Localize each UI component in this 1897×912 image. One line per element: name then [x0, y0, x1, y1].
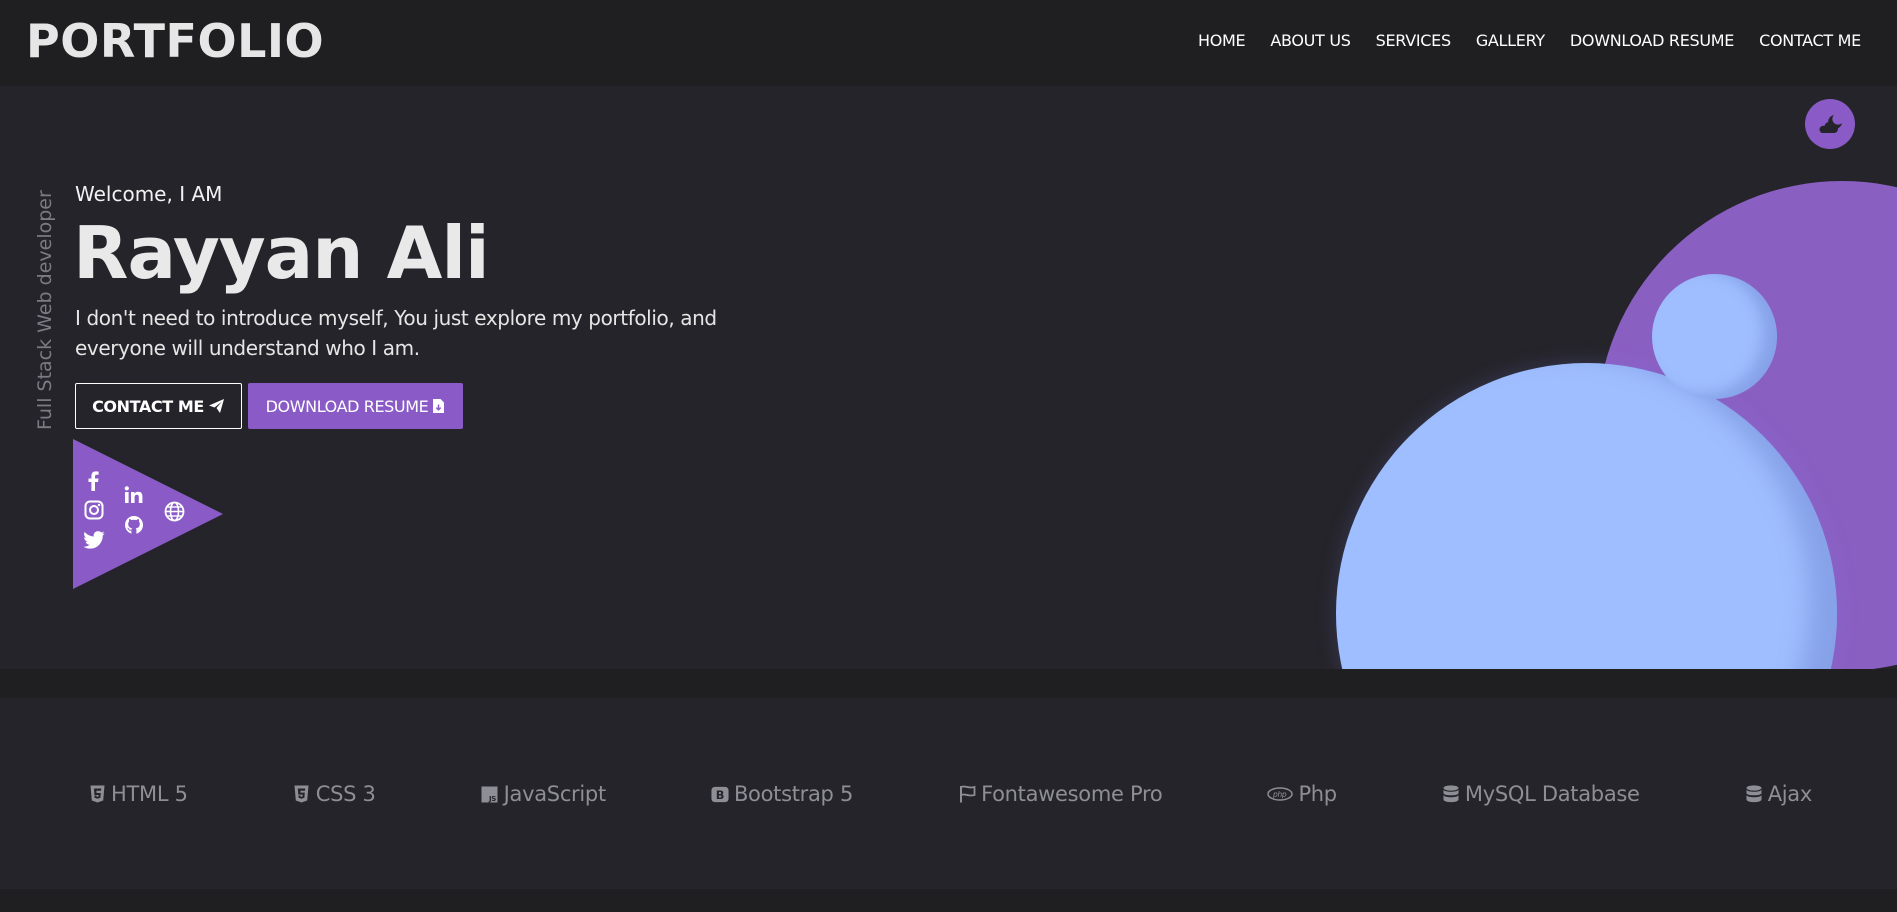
skill-bootstrap: B Bootstrap 5 — [711, 782, 853, 806]
skill-css3: CSS 3 — [293, 782, 376, 806]
skill-label: JavaScript — [503, 782, 607, 806]
theme-toggle-button[interactable] — [1805, 99, 1855, 149]
html5-icon — [88, 784, 106, 804]
css3-icon — [293, 784, 311, 804]
linkedin-icon — [124, 486, 143, 503]
social-links-triangle — [73, 439, 223, 589]
skill-label: Php — [1298, 782, 1337, 806]
globe-icon — [164, 501, 184, 521]
hero-buttons: CONTACT ME DOWNLOAD RESUME — [75, 383, 463, 429]
skill-php: php Php — [1267, 782, 1337, 806]
skill-javascript: JS JavaScript — [481, 782, 606, 806]
svg-text:B: B — [716, 787, 724, 801]
vertical-role-label: Full Stack Web developer — [34, 190, 56, 430]
skill-html5: HTML 5 — [88, 782, 188, 806]
bootstrap-icon: B — [711, 784, 729, 804]
download-resume-label: DOWNLOAD RESUME — [265, 396, 429, 416]
skill-label: CSS 3 — [315, 782, 376, 806]
instagram-link[interactable] — [82, 498, 106, 522]
skill-mysql: MySQL Database — [1442, 782, 1640, 806]
skill-ajax: Ajax — [1745, 782, 1812, 806]
download-resume-button[interactable]: DOWNLOAD RESUME — [248, 383, 463, 429]
file-download-icon — [433, 399, 445, 413]
skill-label: HTML 5 — [111, 782, 188, 806]
skill-label: Fontawesome Pro — [981, 782, 1163, 806]
svg-text:php: php — [1272, 790, 1287, 799]
facebook-icon — [88, 471, 99, 491]
skill-label: Bootstrap 5 — [733, 782, 854, 806]
twitter-link[interactable] — [82, 528, 106, 552]
php-icon: php — [1267, 784, 1294, 804]
nav-links: HOME ABOUT US SERVICES GALLERY DOWNLOAD … — [1198, 31, 1861, 50]
section-divider — [0, 669, 1897, 698]
nav-link-services[interactable]: SERVICES — [1376, 31, 1452, 50]
database-icon — [1442, 784, 1460, 804]
hero-intro: I don't need to introduce myself, You ju… — [75, 306, 717, 360]
nav-link-home[interactable]: HOME — [1198, 31, 1246, 50]
navbar: PORTFOLIO HOME ABOUT US SERVICES GALLERY… — [0, 0, 1897, 86]
twitter-icon — [83, 531, 105, 549]
svg-text:JS: JS — [488, 795, 496, 803]
contact-me-button[interactable]: CONTACT ME — [75, 383, 242, 429]
hero-name: Rayyan Ali — [73, 211, 490, 295]
paper-plane-icon — [208, 399, 224, 413]
facebook-link[interactable] — [81, 469, 105, 493]
brand-logo[interactable]: PORTFOLIO — [26, 14, 324, 68]
nav-link-about-us[interactable]: ABOUT US — [1270, 31, 1351, 50]
skill-label: MySQL Database — [1464, 782, 1640, 806]
hero-section: Full Stack Web developer Welcome, I AM R… — [0, 86, 1897, 669]
website-link[interactable] — [162, 499, 186, 523]
js-icon: JS — [481, 784, 499, 804]
skill-label: Ajax — [1767, 782, 1813, 806]
page-bottom-band — [0, 889, 1897, 912]
linkedin-link[interactable] — [122, 483, 146, 507]
github-icon — [125, 516, 143, 534]
nav-link-download-resume[interactable]: DOWNLOAD RESUME — [1570, 31, 1735, 50]
cloud-moon-icon — [1819, 115, 1842, 133]
skill-fontawesome: Fontawesome Pro — [958, 782, 1163, 806]
nav-link-contact-me[interactable]: CONTACT ME — [1759, 31, 1861, 50]
contact-me-label: CONTACT ME — [92, 396, 204, 416]
database-icon — [1745, 784, 1763, 804]
decorative-blue-circle-small — [1652, 274, 1777, 399]
nav-link-gallery[interactable]: GALLERY — [1476, 31, 1545, 50]
skills-section: HTML 5 CSS 3 JS JavaScript B Bootstrap 5… — [0, 698, 1897, 889]
flag-icon — [958, 784, 976, 804]
github-link[interactable] — [122, 513, 146, 537]
vertical-role-text: Full Stack Web developer — [34, 180, 58, 430]
skills-row: HTML 5 CSS 3 JS JavaScript B Bootstrap 5… — [88, 782, 1812, 806]
welcome-text: Welcome, I AM — [75, 182, 223, 206]
instagram-icon — [84, 500, 104, 520]
